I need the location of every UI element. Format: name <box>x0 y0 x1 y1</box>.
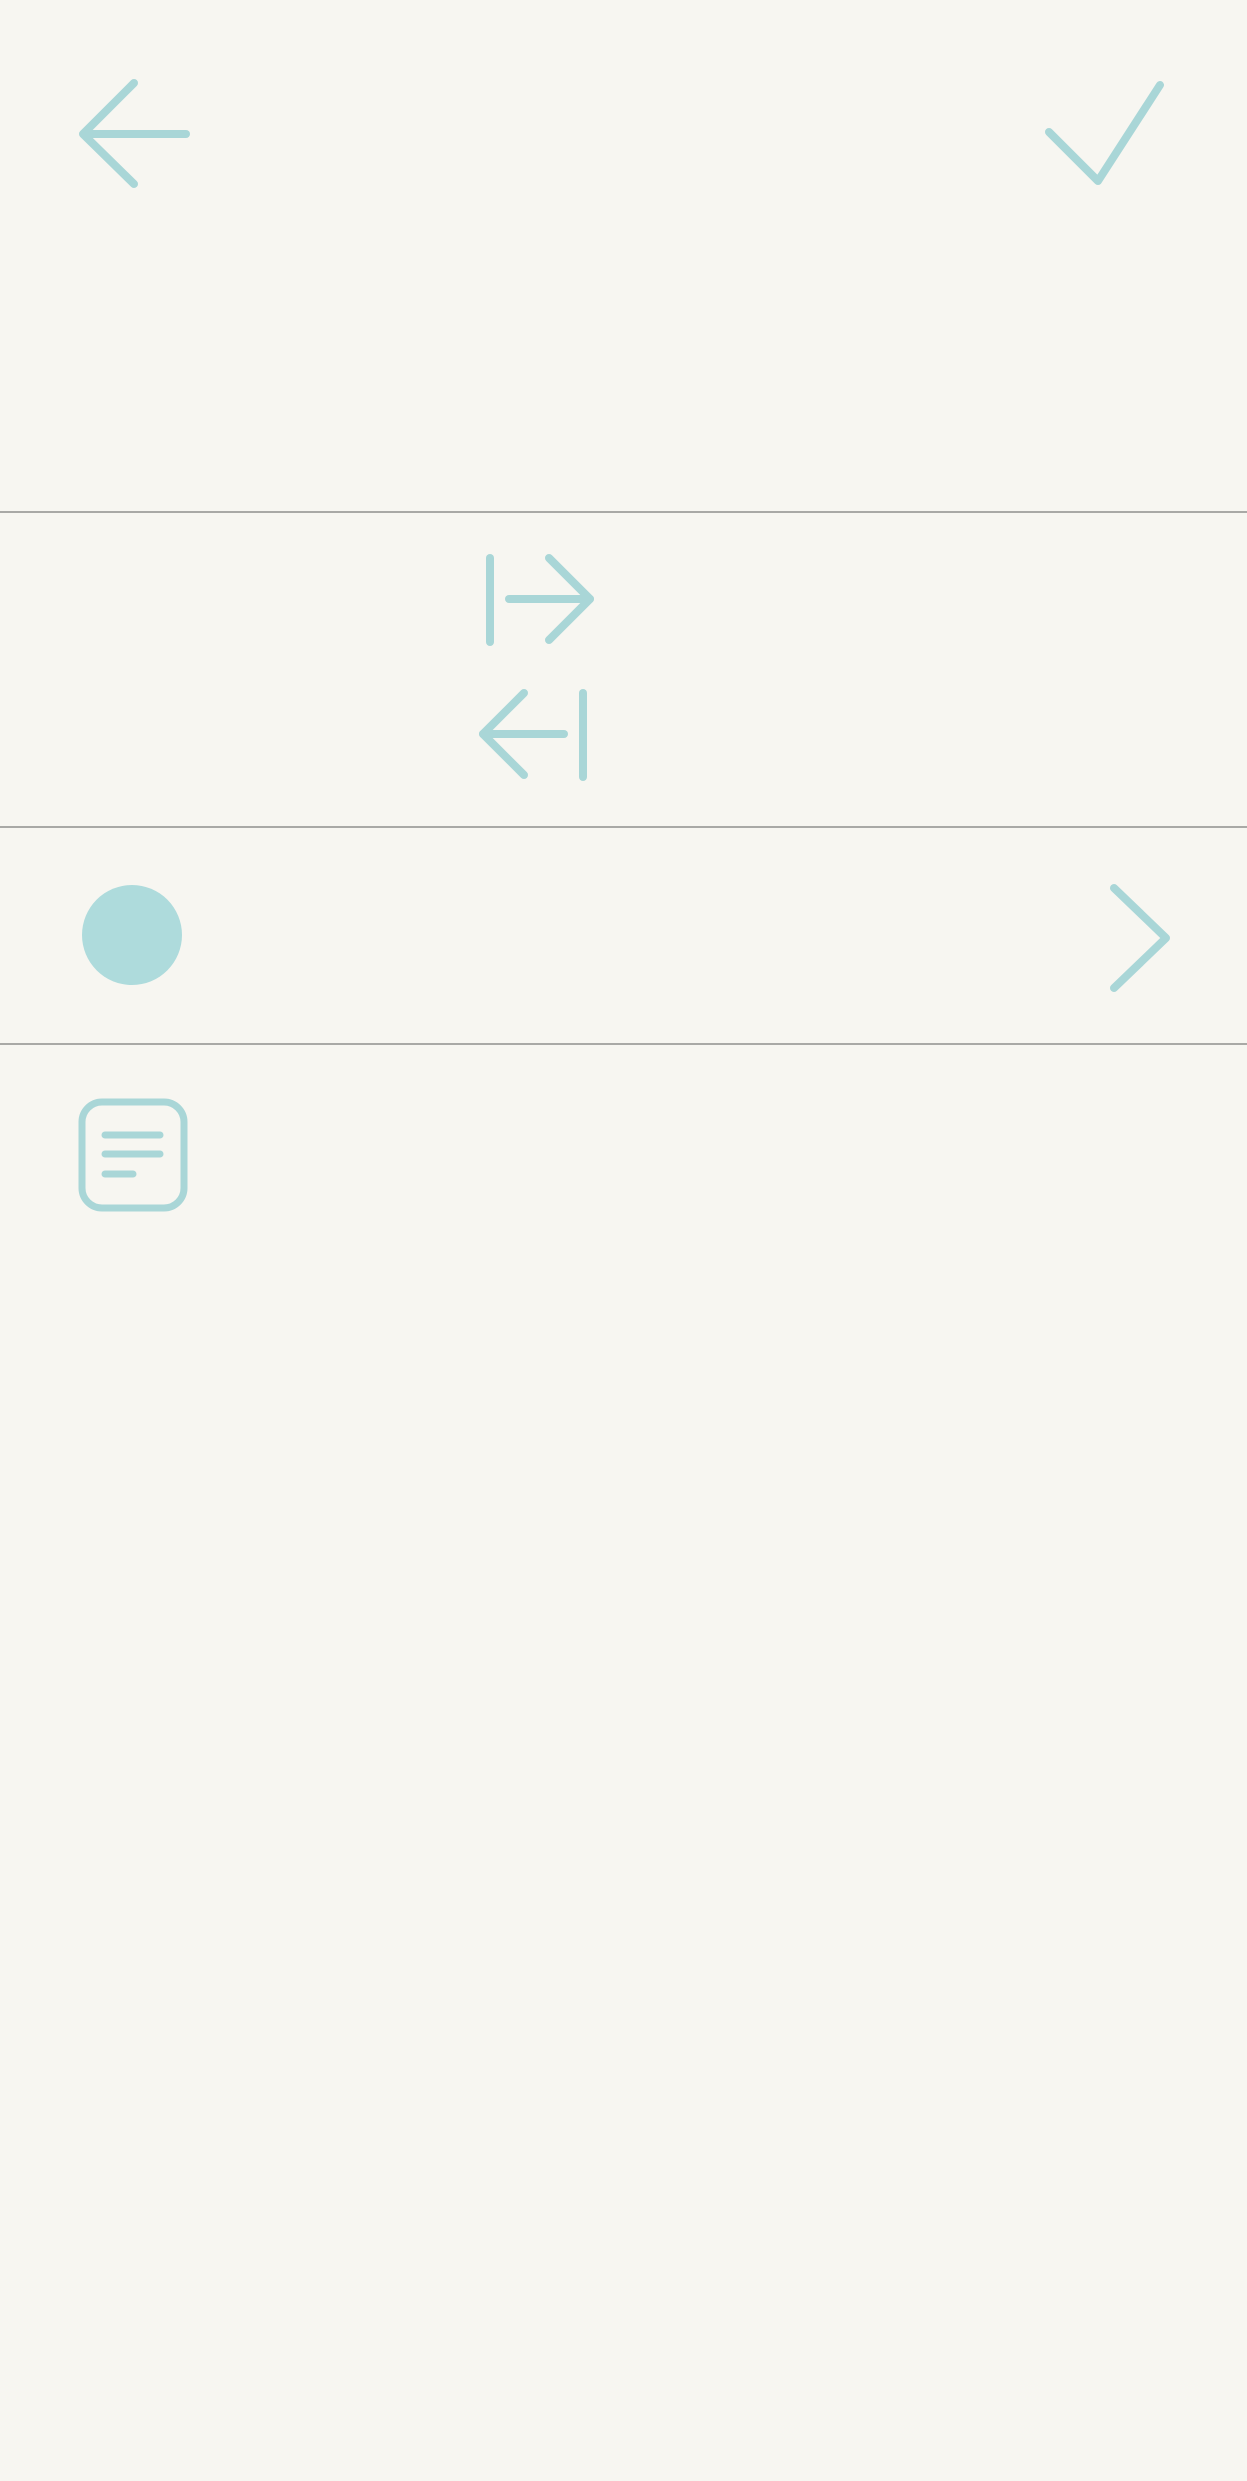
chevron-right-icon <box>1100 878 1190 992</box>
color-picker-row[interactable] <box>0 828 1247 1043</box>
outdent-left-icon <box>479 689 587 781</box>
back-button[interactable] <box>68 68 200 200</box>
outdent-button[interactable] <box>472 683 598 783</box>
confirm-button[interactable] <box>1035 68 1175 200</box>
indent-controls-section <box>0 513 1247 826</box>
color-swatch <box>82 885 182 985</box>
note-lines-icon <box>75 1095 193 1213</box>
arrow-left-icon <box>79 79 190 188</box>
note-row[interactable] <box>0 1045 1247 1225</box>
editor-screen <box>0 0 1247 2481</box>
top-toolbar <box>0 0 1247 512</box>
indent-button[interactable] <box>476 548 600 648</box>
indent-right-icon <box>486 554 594 646</box>
checkmark-icon <box>1045 81 1164 185</box>
